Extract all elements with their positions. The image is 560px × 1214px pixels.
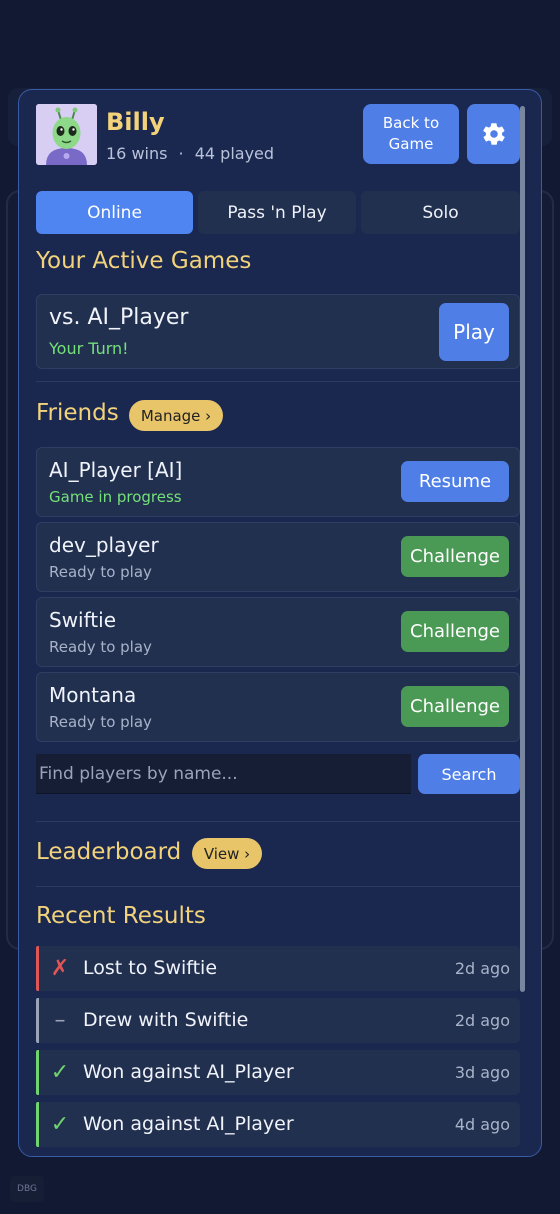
challenge-button[interactable]: Challenge: [401, 536, 509, 577]
gear-icon: [482, 123, 505, 145]
panel-scrollbar[interactable]: [520, 106, 525, 992]
settings-button[interactable]: [467, 104, 520, 164]
active-games-title: Your Active Games: [36, 248, 252, 274]
friend-status: Game in progress: [49, 488, 182, 506]
active-game-opponent: vs. AI_Player: [49, 305, 189, 330]
friend-name: Montana: [49, 683, 137, 707]
challenge-button[interactable]: Challenge: [401, 611, 509, 652]
result-time: 4d ago: [454, 1115, 510, 1134]
friend-name: AI_Player [AI]: [49, 458, 183, 482]
stats-separator: ·: [178, 144, 184, 163]
cross-icon: ✗: [50, 956, 70, 981]
wins-count: 16 wins: [106, 144, 168, 163]
alien-avatar-icon: [36, 104, 97, 165]
result-text: Won against AI_Player: [83, 1113, 294, 1135]
friend-row: dev_player Ready to play Challenge: [36, 522, 520, 592]
check-icon: ✓: [50, 1112, 70, 1137]
challenge-button[interactable]: Challenge: [401, 686, 509, 727]
tab-online[interactable]: Online: [36, 191, 193, 234]
result-text: Drew with Swiftie: [83, 1009, 249, 1031]
dash-icon: –: [54, 1008, 66, 1033]
profile-header: Billy 16 wins · 44 played Back to Game: [36, 104, 520, 166]
play-button[interactable]: Play: [439, 303, 509, 361]
result-row: ✓ Won against AI_Player 4d ago: [36, 1102, 520, 1147]
result-row: ✓ Won against AI_Player 3d ago: [36, 1050, 520, 1095]
active-game-status: Your Turn!: [49, 339, 129, 358]
leaderboard-title: Leaderboard: [36, 839, 182, 865]
check-icon: ✓: [50, 1060, 70, 1085]
search-button[interactable]: Search: [418, 754, 520, 794]
section-divider: [36, 886, 520, 887]
result-time: 2d ago: [454, 959, 510, 978]
friend-status: Ready to play: [49, 638, 152, 656]
played-count: 44 played: [194, 144, 275, 163]
section-divider: [36, 381, 520, 382]
friend-row: AI_Player [AI] Game in progress Resume: [36, 447, 520, 517]
player-search-input[interactable]: [36, 754, 411, 794]
friend-row: Swiftie Ready to play Challenge: [36, 597, 520, 667]
result-row: – Drew with Swiftie 2d ago: [36, 998, 520, 1043]
friend-row: Montana Ready to play Challenge: [36, 672, 520, 742]
result-row: ✗ Lost to Swiftie 2d ago: [36, 946, 520, 991]
view-leaderboard-button[interactable]: View ›: [192, 838, 262, 869]
active-game-card: vs. AI_Player Your Turn! Play: [36, 294, 520, 369]
friend-name: Swiftie: [49, 608, 117, 632]
result-outcome-bar: [36, 998, 39, 1043]
friend-status: Ready to play: [49, 713, 152, 731]
result-outcome-bar: [36, 1102, 39, 1147]
section-divider: [36, 821, 520, 822]
result-outcome-bar: [36, 946, 39, 991]
result-time: 2d ago: [454, 1011, 510, 1030]
player-name: Billy: [106, 108, 165, 136]
lobby-panel: Billy 16 wins · 44 played Back to Game O…: [18, 89, 542, 1157]
result-text: Lost to Swiftie: [83, 957, 218, 979]
friends-title: Friends: [36, 400, 119, 426]
tab-pass-n-play[interactable]: Pass 'n Play: [198, 191, 356, 234]
back-to-game-button[interactable]: Back to Game: [363, 104, 459, 164]
result-outcome-bar: [36, 1050, 39, 1095]
back-label-line2: Game: [388, 135, 434, 153]
recent-results-title: Recent Results: [36, 903, 206, 929]
mode-tabs: Online Pass 'n Play Solo: [36, 191, 520, 235]
result-time: 3d ago: [454, 1063, 510, 1082]
resume-button[interactable]: Resume: [401, 461, 509, 502]
friend-status: Ready to play: [49, 563, 152, 581]
debug-badge[interactable]: DBG: [10, 1176, 44, 1202]
back-label-line1: Back to: [382, 114, 440, 132]
player-stats: 16 wins · 44 played: [106, 144, 274, 163]
tab-solo[interactable]: Solo: [361, 191, 520, 234]
manage-friends-button[interactable]: Manage ›: [129, 400, 223, 431]
result-text: Won against AI_Player: [83, 1061, 294, 1083]
friend-name: dev_player: [49, 533, 159, 557]
avatar[interactable]: [36, 104, 97, 165]
